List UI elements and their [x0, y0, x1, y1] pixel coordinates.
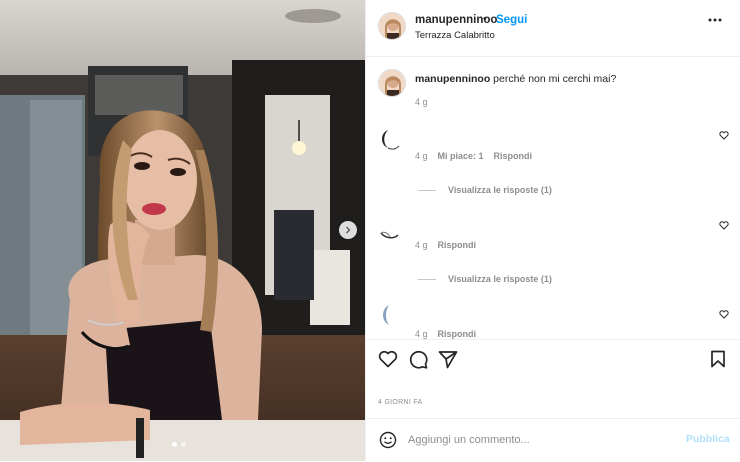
- post-location[interactable]: Terrazza Calabritto: [415, 30, 495, 41]
- caption-avatar[interactable]: [378, 69, 406, 97]
- chevron-right-icon: [346, 226, 351, 234]
- post-actions-bar: [366, 339, 740, 380]
- comment-meta: 4 g Rispondi: [415, 240, 476, 250]
- separator-dot: •: [483, 13, 487, 25]
- reply-button[interactable]: Rispondi: [438, 240, 477, 250]
- like-heart-icon[interactable]: [378, 350, 398, 368]
- comment-time: 4 g: [415, 240, 428, 250]
- heart-icon[interactable]: [719, 131, 729, 140]
- view-replies-button[interactable]: Visualizza le risposte (1): [418, 185, 552, 195]
- save-icon[interactable]: [710, 350, 726, 368]
- comment-avatar[interactable]: [378, 303, 402, 327]
- add-comment-bar: Pubblica: [366, 418, 740, 462]
- author-avatar[interactable]: [378, 12, 406, 40]
- view-replies-button[interactable]: Visualizza le risposte (1): [418, 274, 552, 284]
- caption-username[interactable]: manupenninoo: [415, 73, 490, 85]
- more-options-icon[interactable]: [708, 18, 722, 22]
- heart-icon[interactable]: [719, 221, 729, 230]
- comment-meta: 4 g Mi piace: 1 Rispondi: [415, 151, 532, 161]
- caption-text: perché non mi cerchi mai?: [493, 73, 617, 85]
- view-replies-label: Visualizza le risposte (1): [448, 185, 552, 195]
- comment-icon[interactable]: [408, 350, 428, 369]
- photo-illustration: [0, 0, 365, 461]
- post-header: manupenninoo • Segui Terrazza Calabritto: [366, 0, 740, 57]
- post-timestamp[interactable]: 4 GIORNI FA: [378, 399, 423, 406]
- comment-likes[interactable]: Mi piace: 1: [438, 151, 484, 161]
- carousel-dot-active: [172, 442, 177, 447]
- post-side-panel: manupenninoo • Segui Terrazza Calabritto…: [365, 0, 740, 461]
- carousel-indicator: [172, 442, 186, 447]
- comments-list[interactable]: manupenninoo perché non mi cerchi mai? 4…: [366, 57, 740, 339]
- caption: manupenninoo perché non mi cerchi mai?: [415, 73, 616, 85]
- view-replies-label: Visualizza le risposte (1): [448, 274, 552, 284]
- instagram-post-modal: manupenninoo • Segui Terrazza Calabritto…: [0, 0, 740, 461]
- reply-button[interactable]: Rispondi: [494, 151, 533, 161]
- comment-avatar[interactable]: [378, 127, 402, 151]
- comment-time: 4 g: [415, 329, 428, 339]
- publish-button[interactable]: Pubblica: [686, 433, 730, 445]
- comment-input[interactable]: [408, 431, 668, 449]
- comment-avatar[interactable]: [378, 219, 402, 243]
- caption-time: 4 g: [415, 97, 428, 107]
- reply-button[interactable]: Rispondi: [438, 329, 477, 339]
- comment-meta: 4 g Rispondi: [415, 329, 476, 339]
- follow-button[interactable]: Segui: [496, 14, 527, 26]
- carousel-dot: [181, 442, 186, 447]
- carousel-next-button[interactable]: [339, 221, 357, 239]
- heart-icon[interactable]: [719, 310, 729, 319]
- post-photo[interactable]: [0, 0, 365, 461]
- replies-line: [418, 189, 436, 191]
- replies-line: [418, 278, 436, 280]
- emoji-icon[interactable]: [379, 431, 397, 449]
- comment-time: 4 g: [415, 151, 428, 161]
- share-icon[interactable]: [438, 350, 458, 369]
